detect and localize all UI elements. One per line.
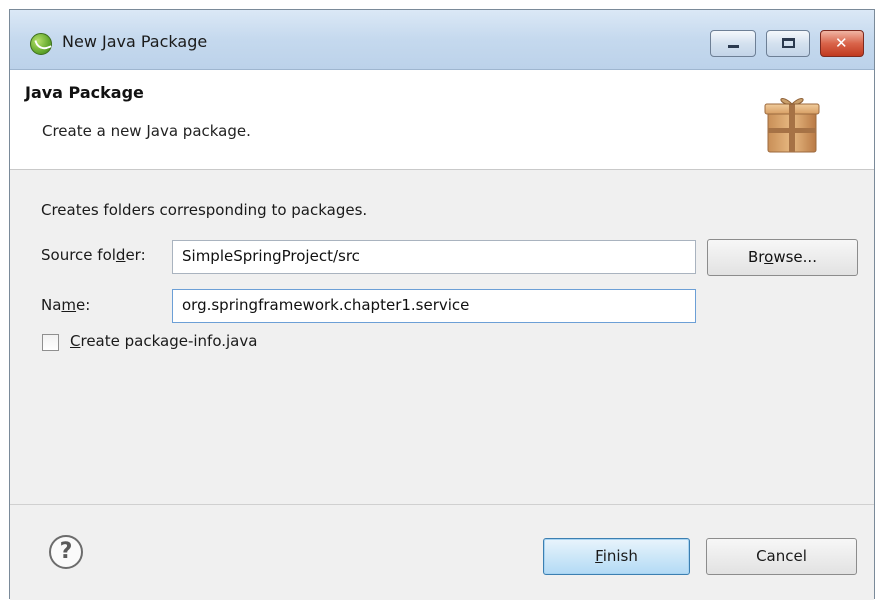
create-package-info-checkbox[interactable] [42, 334, 59, 351]
banner-title: Java Package [25, 83, 144, 102]
maximize-icon [782, 38, 795, 48]
finish-button[interactable]: Finish [543, 538, 690, 575]
minimize-icon [728, 45, 739, 48]
cancel-button[interactable]: Cancel [706, 538, 857, 575]
name-label: Name: [41, 296, 91, 314]
dialog-window: New Java Package ✕ Java Package Create a… [9, 9, 875, 600]
wizard-banner: Java Package Create a new Java package. [10, 70, 874, 170]
window-title: New Java Package [62, 32, 208, 51]
help-icon[interactable]: ? [49, 535, 83, 569]
source-folder-input[interactable]: SimpleSpringProject/src [172, 240, 696, 274]
wizard-content: Creates folders corresponding to package… [10, 171, 874, 504]
close-button[interactable]: ✕ [820, 30, 864, 57]
close-icon: ✕ [835, 34, 848, 52]
banner-description: Create a new Java package. [42, 122, 251, 140]
maximize-button[interactable] [766, 30, 810, 57]
spring-logo-icon [30, 33, 52, 55]
package-icon [764, 98, 820, 153]
create-package-info-label[interactable]: Create package-info.java [70, 332, 257, 350]
button-bar: ? Finish Cancel [10, 504, 874, 600]
title-bar[interactable]: New Java Package ✕ [10, 10, 874, 70]
minimize-button[interactable] [710, 30, 756, 57]
browse-button[interactable]: Browse... [707, 239, 858, 276]
source-folder-label: Source folder: [41, 246, 146, 264]
package-name-input[interactable]: org.springframework.chapter1.service [172, 289, 696, 323]
info-text: Creates folders corresponding to package… [41, 201, 368, 219]
